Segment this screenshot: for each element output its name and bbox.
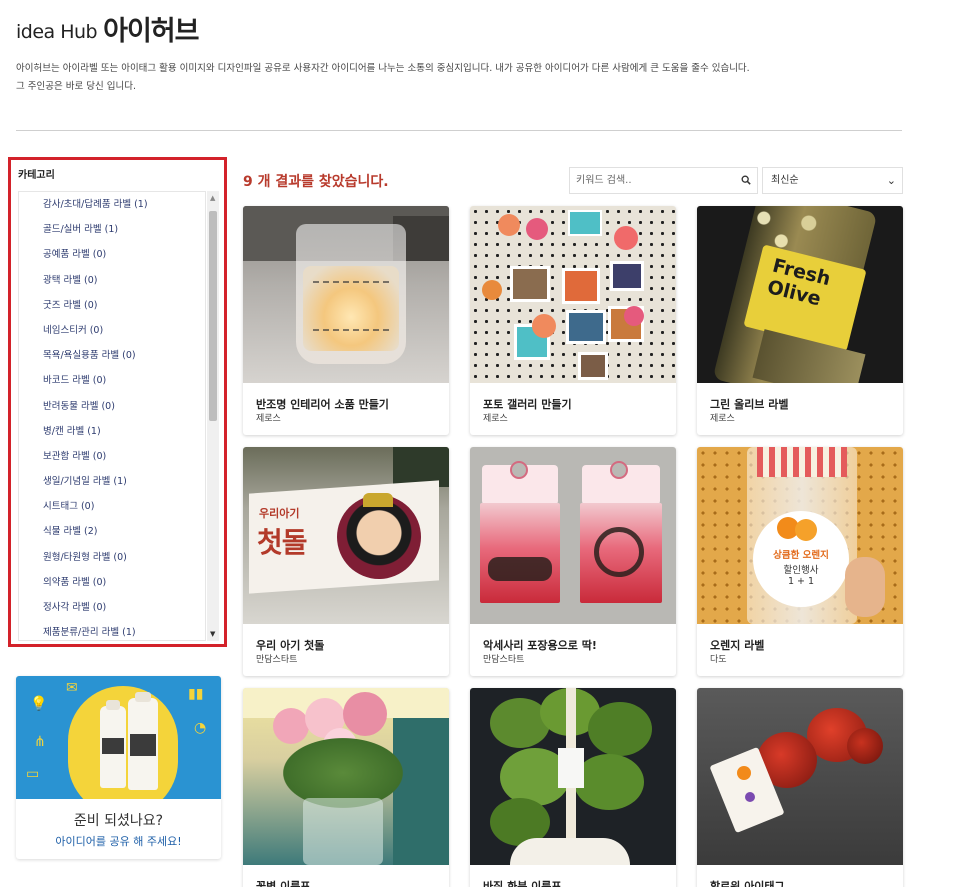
card-title: 할로윈 아이태그 [710,880,785,887]
category-item[interactable]: 감사/초대/답례품 라벨 (1) [19,192,205,217]
mail-icon: ✉ [66,680,78,696]
category-item[interactable]: 바코드 라벨 (0) [19,368,205,393]
banner-title: 준비 되셨나요? [73,813,164,829]
idea-card[interactable]: 바질 화분 이름표 [470,688,676,887]
card-title: 꽃병 이름표 [256,880,311,887]
card-brand: 제로스 [256,414,281,424]
category-item[interactable]: 골드/실버 라벨 (1) [19,217,205,242]
category-item[interactable]: 보관함 라벨 (0) [19,444,205,469]
category-panel: 카테고리 감사/초대/답례품 라벨 (1) 골드/실버 라벨 (1) 공예품 라… [8,157,227,647]
card-image [243,688,449,865]
orange-label-line3: 1 + 1 [787,576,815,587]
orange-label-line1: 상큼한 오렌지 [773,550,829,561]
card-title: 그린 올리브 라벨 [710,398,789,411]
card-title: 악세사리 포장용으로 딱! [483,639,597,652]
card-title: 오렌지 라벨 [710,639,765,652]
category-item[interactable]: 시트태그 (0) [19,494,205,519]
card-image [243,206,449,383]
header-divider [16,130,902,131]
lightbulb-icon: 💡 [30,696,48,712]
category-item[interactable]: 생일/기념일 라벨 (1) [19,469,205,494]
card-brand: 만담스타트 [483,655,525,665]
chart-icon: ▮▮ [188,686,204,702]
card-image [697,688,903,865]
description-line: 아이허브는 아이라벨 또는 아이태그 활용 이미지와 디자인파일 공유로 사용자… [16,63,750,74]
scroll-down-arrow-icon[interactable]: ▼ [210,630,215,638]
category-item[interactable]: 반려동물 라벨 (0) [19,394,205,419]
category-item[interactable]: 공예품 라벨 (0) [19,242,205,267]
dol-title: 첫돌 [257,526,308,559]
sort-selected-value: 최신순 [771,175,799,186]
idea-card[interactable]: 악세사리 포장용으로 딱! 만담스타트 [470,447,676,676]
category-item[interactable]: 식물 라벨 (2) [19,519,205,544]
keyword-search [569,167,758,194]
site-logo[interactable]: idea Hub 아이허브 [16,8,199,48]
category-title: 카테고리 [18,170,55,181]
sort-select[interactable]: 최신순 ⌄ [762,167,903,194]
card-image [470,688,676,865]
category-item[interactable]: 굿즈 라벨 (0) [19,293,205,318]
category-item[interactable]: 정사각 라벨 (0) [19,595,205,620]
category-item[interactable]: 광택 라벨 (0) [19,268,205,293]
result-count: 9 개 결과를 찾았습니다. [243,174,389,190]
site-description: 아이허브는 아이라벨 또는 아이태그 활용 이미지와 디자인파일 공유로 사용자… [16,60,916,96]
bell-icon: ◔ [194,720,207,736]
idea-card[interactable]: 상큼한 오렌지 할인행사 1 + 1 오렌지 라벨 다도 [697,447,903,676]
card-image [470,447,676,624]
category-scrollbar[interactable]: ▲ ▼ [207,191,219,641]
share-icon: ⋔ [34,734,46,750]
card-image: 상큼한 오렌지 할인행사 1 + 1 [697,447,903,624]
idea-card[interactable]: 반조명 인테리어 소품 만들기 제로스 [243,206,449,435]
logo-english: idea Hub [16,21,98,43]
scrollbar-thumb[interactable] [209,211,217,421]
card-brand: 제로스 [710,414,735,424]
orange-label-line2: 할인행사 [783,565,819,576]
idea-card[interactable]: Fresh Olive 그린 올리브 라벨 제로스 [697,206,903,435]
category-list[interactable]: 감사/초대/답례품 라벨 (1) 골드/실버 라벨 (1) 공예품 라벨 (0)… [18,191,206,641]
search-input[interactable] [570,168,730,193]
idea-card[interactable]: 꽃병 이름표 [243,688,449,887]
chat-icon: ▭ [26,766,40,782]
card-title: 바질 화분 이름표 [483,880,562,887]
search-icon[interactable] [741,175,751,185]
card-brand: 다도 [710,655,727,665]
share-idea-banner[interactable]: 💡 ✉ ⋔ ▮▮ ◔ ▭ 준비 되셨나요? 아이디어를 공유 해 주세요! [16,676,221,859]
banner-subtitle[interactable]: 아이디어를 공유 해 주세요! [16,833,221,849]
idea-card[interactable]: 우리아기 첫돌 우리 아기 첫돌 만담스타트 [243,447,449,676]
logo-korean: 아이허브 [103,16,199,47]
description-line: 그 주인공은 바로 당신 입니다. [16,81,136,92]
idea-card[interactable]: 할로윈 아이태그 [697,688,903,887]
card-image: 우리아기 첫돌 [243,447,449,624]
category-item[interactable]: 원형/타원형 라벨 (0) [19,545,205,570]
category-item[interactable]: 목욕/욕실용품 라벨 (0) [19,343,205,368]
dol-subtitle: 우리아기 [259,507,300,520]
banner-illustration: 💡 ✉ ⋔ ▮▮ ◔ ▭ [16,676,221,799]
card-title: 반조명 인테리어 소품 만들기 [256,398,389,411]
category-item[interactable]: 네임스티커 (0) [19,318,205,343]
category-item[interactable]: 제품분류/관리 라벨 (1) [19,620,205,640]
card-brand: 만담스타트 [256,655,298,665]
card-image [470,206,676,383]
card-title: 우리 아기 첫돌 [256,639,325,652]
site-header: idea Hub 아이허브 [16,8,199,48]
card-image: Fresh Olive [697,206,903,383]
category-item[interactable]: 의약품 라벨 (0) [19,570,205,595]
idea-card[interactable]: 포토 갤러리 만들기 제로스 [470,206,676,435]
category-item[interactable]: 병/캔 라벨 (1) [19,419,205,444]
scroll-up-arrow-icon[interactable]: ▲ [210,194,215,202]
chevron-down-icon: ⌄ [886,174,896,187]
card-title: 포토 갤러리 만들기 [483,398,572,411]
card-brand: 제로스 [483,414,508,424]
